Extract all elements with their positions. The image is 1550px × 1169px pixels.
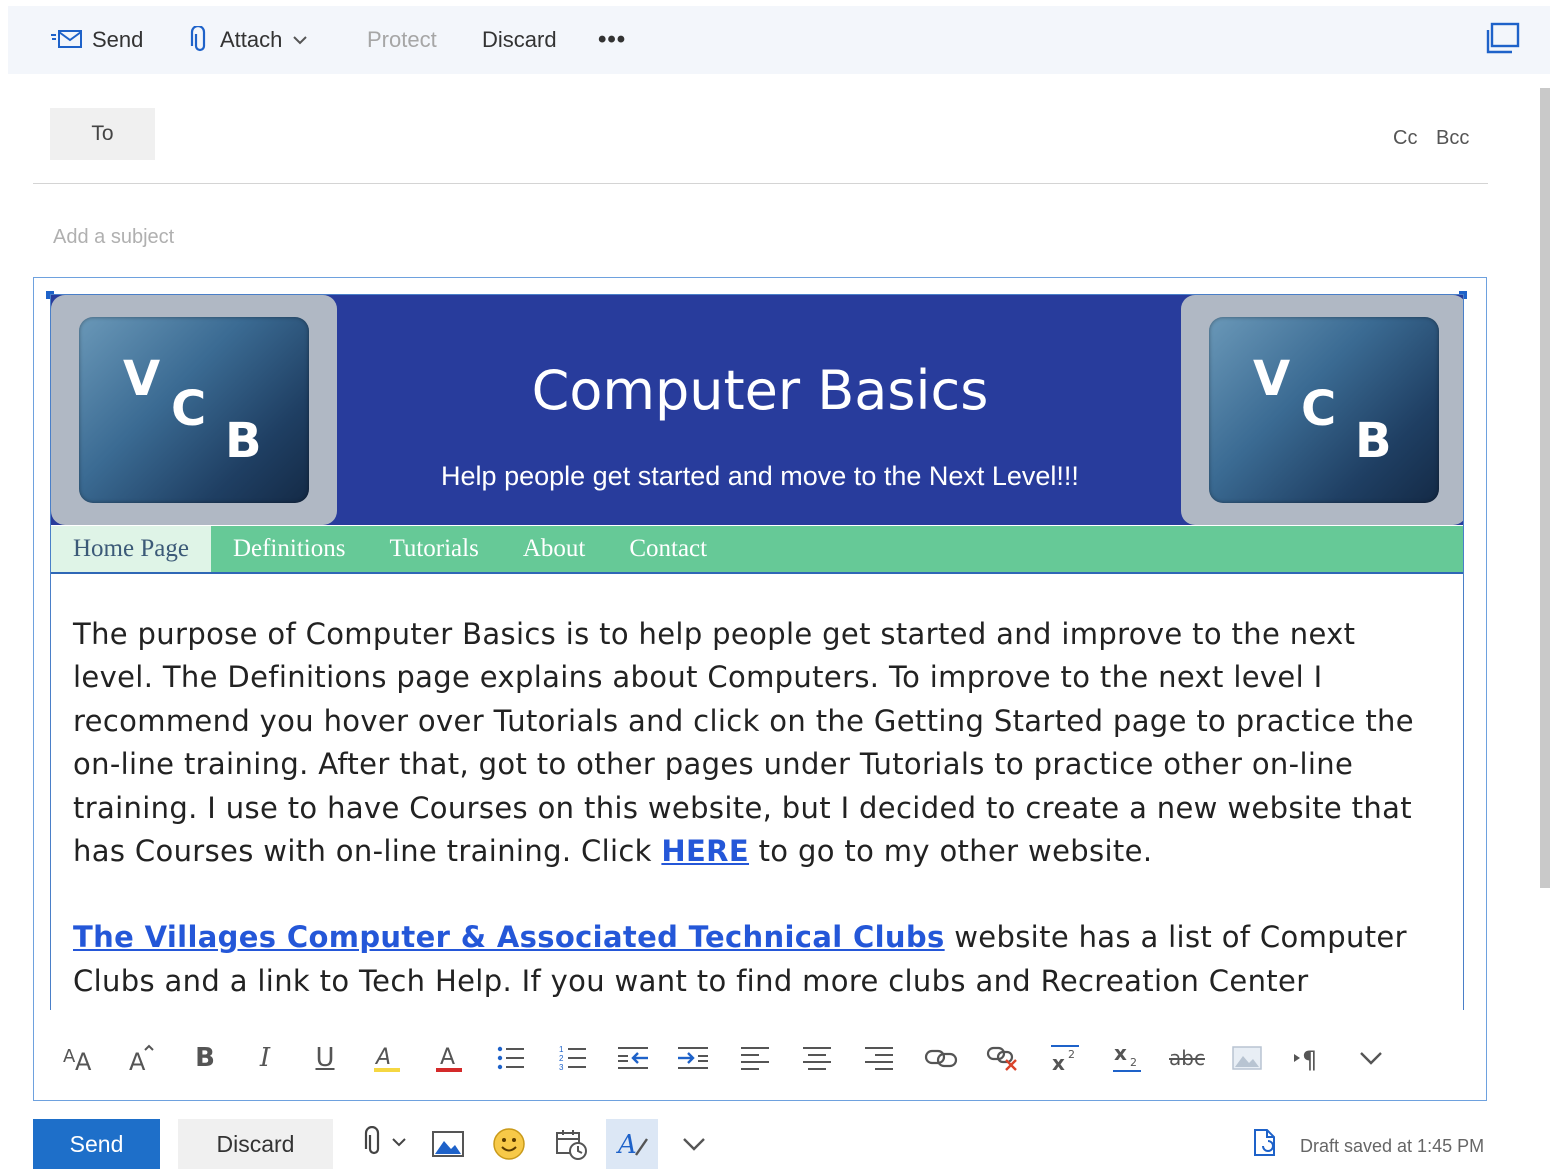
- intro-text-end: to go to my other website.: [749, 834, 1153, 869]
- decrease-indent-icon[interactable]: [608, 1028, 658, 1088]
- italic-icon[interactable]: I: [240, 1028, 290, 1088]
- discard-toolbar-button[interactable]: Discard: [482, 6, 557, 74]
- draft-status: Draft saved at 1:45 PM: [1300, 1136, 1485, 1156]
- svg-text:2: 2: [559, 1054, 564, 1063]
- site-subtitle: Help people get started and move to the …: [441, 461, 1079, 491]
- send-toolbar-label: Send: [92, 27, 144, 52]
- svg-text:2: 2: [1068, 1048, 1075, 1061]
- scrollbar[interactable]: [1540, 88, 1550, 888]
- discard-label: Discard: [482, 27, 557, 52]
- align-right-icon[interactable]: [854, 1028, 904, 1088]
- pop-out-icon[interactable]: [1484, 22, 1520, 61]
- superscript-icon[interactable]: x2: [1040, 1028, 1090, 1088]
- to-button[interactable]: To: [50, 108, 155, 160]
- cc-button[interactable]: Cc: [1393, 127, 1417, 150]
- logo-letter-b: B: [225, 413, 262, 469]
- protect-toolbar-button[interactable]: Protect: [367, 6, 437, 74]
- paperclip-icon: [190, 26, 210, 54]
- signature-icon[interactable]: A: [606, 1119, 658, 1169]
- subject-input[interactable]: [53, 222, 953, 252]
- svg-text:A: A: [75, 1048, 92, 1074]
- intro-paragraph: The purpose of Computer Basics is to hel…: [73, 613, 1443, 873]
- to-divider: [33, 183, 1488, 184]
- message-body[interactable]: The purpose of Computer Basics is to hel…: [73, 613, 1443, 1010]
- font-size-icon[interactable]: AA: [54, 1028, 104, 1088]
- increase-indent-icon[interactable]: [668, 1028, 718, 1088]
- nav-definitions[interactable]: Definitions: [211, 526, 368, 572]
- emoji-icon[interactable]: [488, 1119, 530, 1169]
- svg-text:1: 1: [559, 1045, 564, 1054]
- send-toolbar-button[interactable]: Send: [50, 6, 143, 74]
- send-mail-icon: [50, 29, 82, 51]
- insert-image-icon[interactable]: [1222, 1028, 1272, 1088]
- site-nav: Home Page Definitions Tutorials About Co…: [51, 526, 1463, 574]
- paperclip-icon: [363, 1125, 385, 1163]
- svg-text:A: A: [440, 1045, 455, 1070]
- paragraph-direction-icon[interactable]: ¶: [1284, 1028, 1334, 1088]
- format-toolbar: AA A B I U A A 123 x2 x2 abc ¶: [50, 1028, 1464, 1088]
- strikethrough-icon[interactable]: abc: [1162, 1028, 1212, 1088]
- svg-text:2: 2: [1130, 1056, 1137, 1069]
- send-button[interactable]: Send: [33, 1119, 160, 1169]
- align-left-icon[interactable]: [730, 1028, 780, 1088]
- logo-left: V C B: [51, 295, 337, 525]
- subscript-icon[interactable]: x2: [1102, 1028, 1152, 1088]
- svg-text:x: x: [1114, 1042, 1127, 1065]
- remove-link-icon[interactable]: [978, 1028, 1028, 1088]
- svg-text:¶: ¶: [1302, 1046, 1317, 1072]
- chevron-down-icon: [391, 1135, 407, 1153]
- attach-file-button[interactable]: [356, 1119, 414, 1169]
- chevron-down-icon[interactable]: [1346, 1028, 1396, 1088]
- intro-text: The purpose of Computer Basics is to hel…: [73, 617, 1414, 869]
- nav-contact[interactable]: Contact: [607, 526, 729, 572]
- schedule-meeting-icon[interactable]: [550, 1119, 592, 1169]
- more-actions-chevron-icon[interactable]: [676, 1119, 712, 1169]
- draft-saved-icon: [1252, 1128, 1278, 1163]
- more-ellipsis-icon: •••: [598, 26, 627, 53]
- insert-link-icon[interactable]: [916, 1028, 966, 1088]
- insert-picture-icon[interactable]: [428, 1119, 468, 1169]
- logo-letter-c: C: [171, 381, 207, 437]
- site-banner: V C B Computer Basics Help people get st…: [51, 295, 1463, 525]
- svg-text:3: 3: [559, 1063, 564, 1072]
- numbering-icon[interactable]: 123: [548, 1028, 598, 1088]
- nav-tutorials[interactable]: Tutorials: [367, 526, 500, 572]
- grow-font-icon[interactable]: A: [116, 1028, 166, 1088]
- more-options-button[interactable]: •••: [598, 6, 626, 74]
- svg-text:x: x: [1052, 1051, 1065, 1074]
- bullets-icon[interactable]: [486, 1028, 536, 1088]
- command-bar: Send Attach Protect Discard •••: [8, 6, 1550, 74]
- embedded-page: V C B Computer Basics Help people get st…: [50, 294, 1464, 1010]
- align-center-icon[interactable]: [792, 1028, 842, 1088]
- site-title: Computer Basics: [531, 359, 989, 422]
- logo-right: V C B: [1181, 295, 1463, 525]
- logo-tile: V C B: [79, 317, 309, 503]
- villages-clubs-link[interactable]: The Villages Computer & Associated Techn…: [73, 920, 945, 954]
- logo-letter-c: C: [1301, 381, 1337, 437]
- font-color-icon[interactable]: A: [424, 1028, 474, 1088]
- attach-toolbar-label: Attach: [220, 27, 283, 52]
- nav-about[interactable]: About: [501, 526, 608, 572]
- logo-letter-v: V: [123, 351, 161, 407]
- nav-home-page[interactable]: Home Page: [51, 526, 211, 572]
- here-link[interactable]: HERE: [661, 834, 749, 868]
- bold-icon[interactable]: B: [180, 1028, 230, 1088]
- discard-button[interactable]: Discard: [178, 1119, 333, 1169]
- svg-text:A: A: [616, 1130, 637, 1160]
- chevron-down-icon: [292, 34, 308, 46]
- attach-toolbar-button[interactable]: Attach: [190, 6, 308, 74]
- highlight-icon[interactable]: A: [362, 1028, 412, 1088]
- svg-text:A: A: [374, 1045, 391, 1070]
- logo-letter-v: V: [1253, 351, 1291, 407]
- bcc-button[interactable]: Bcc: [1436, 127, 1469, 150]
- underline-icon[interactable]: U: [300, 1028, 350, 1088]
- protect-label: Protect: [367, 27, 437, 52]
- clubs-paragraph: The Villages Computer & Associated Techn…: [73, 916, 1443, 1003]
- logo-letter-b: B: [1355, 413, 1392, 469]
- svg-text:A: A: [129, 1048, 146, 1074]
- logo-tile: V C B: [1209, 317, 1439, 503]
